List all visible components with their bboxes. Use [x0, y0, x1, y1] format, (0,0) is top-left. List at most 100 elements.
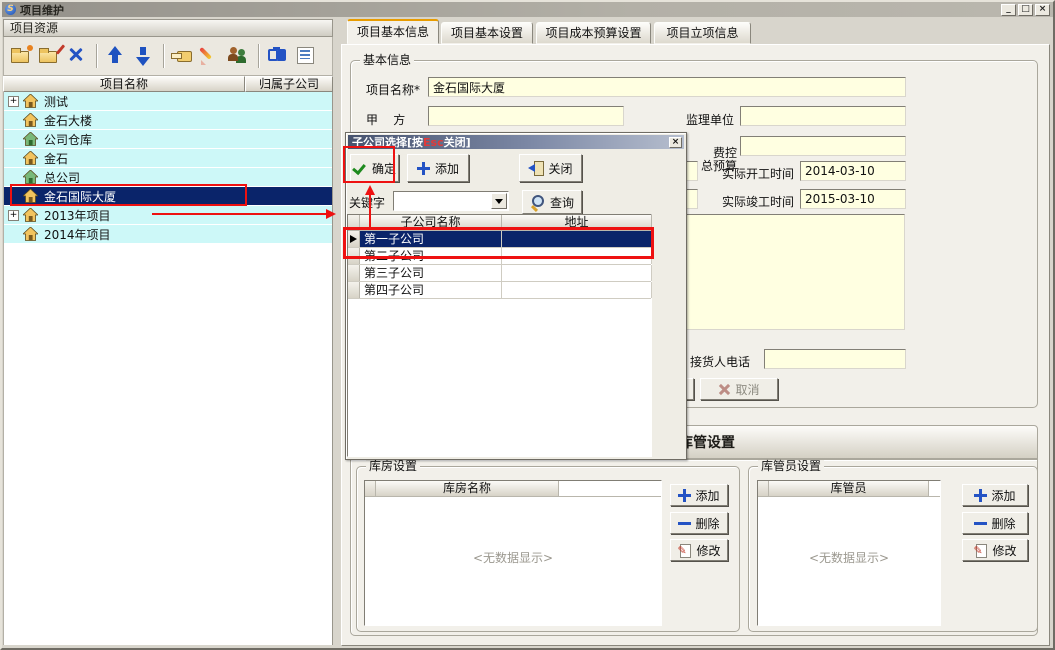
keeper-grid-empty-text: <无数据显示> — [758, 549, 940, 566]
warehouse-add-button[interactable]: 添加 — [670, 484, 728, 506]
find-icon[interactable] — [265, 43, 291, 69]
pick-icon[interactable] — [170, 43, 196, 69]
actual-end-input[interactable] — [800, 189, 906, 209]
users-icon[interactable] — [226, 43, 252, 69]
tab-project-initiation-info[interactable]: 项目立项信息 — [654, 22, 751, 44]
subsidiary-name-cell[interactable]: 第二子公司 — [360, 248, 502, 264]
keyword-combobox[interactable] — [393, 191, 509, 211]
move-down-icon[interactable] — [131, 43, 157, 69]
subsidiary-name-cell[interactable]: 第一子公司 — [360, 231, 502, 247]
delete-icon[interactable] — [64, 43, 90, 69]
tree-item[interactable]: +2013年项目 — [4, 206, 332, 225]
cancel-button[interactable]: 取消 — [700, 378, 778, 400]
supervisor-label: 监理单位 — [686, 111, 738, 128]
keeper-grid-column-header[interactable]: 库管员 — [769, 481, 929, 496]
dialog-title-bar: 子公司选择[按Esc关闭] × — [348, 135, 684, 149]
title-bar: S 项目维护 _ □ × — [2, 2, 1053, 17]
left-panel-caption: 项目资源 — [3, 19, 333, 37]
house-yellow-icon — [23, 113, 40, 127]
minimize-button[interactable]: _ — [1001, 4, 1016, 16]
keeper-modify-button[interactable]: 修改 — [962, 539, 1028, 561]
receiver-phone-input[interactable] — [764, 349, 906, 369]
actual-start-input[interactable] — [800, 161, 906, 181]
dialog-add-button[interactable]: 添加 — [407, 154, 469, 182]
keeper-add-button[interactable]: 添加 — [962, 484, 1028, 506]
subsidiary-grid: 子公司名称 地址 第一子公司第二子公司第三子公司第四子公司 — [347, 214, 652, 457]
house-yellow-icon — [23, 208, 40, 222]
warehouse-grid-column-header[interactable]: 库房名称 — [376, 481, 559, 496]
dropdown-arrow-icon[interactable] — [491, 193, 507, 209]
keeper-remove-button[interactable]: 删除 — [962, 512, 1028, 534]
exit-door-icon — [528, 161, 543, 175]
subsidiary-name-cell[interactable]: 第四子公司 — [360, 282, 502, 298]
tree-item[interactable]: 总公司 — [4, 168, 332, 187]
keeper-group-title: 库管员设置 — [758, 460, 824, 472]
move-up-icon[interactable] — [103, 43, 129, 69]
row-indicator-cell — [348, 231, 360, 247]
house-yellow-icon — [23, 94, 40, 108]
report-icon[interactable] — [293, 43, 319, 69]
tree-item[interactable]: +测试 — [4, 92, 332, 111]
plus-icon — [678, 489, 691, 502]
warehouse-modify-button[interactable]: 修改 — [670, 539, 728, 561]
edit-icon[interactable] — [198, 43, 224, 69]
maximize-button[interactable]: □ — [1018, 4, 1033, 16]
warehouse-grid: 库房名称 <无数据显示> — [364, 480, 662, 626]
supervisor-input[interactable] — [740, 106, 906, 126]
toolbar-separator — [163, 44, 164, 68]
dialog-search-button[interactable]: 查询 — [522, 190, 582, 214]
grid-column-name[interactable]: 子公司名称 — [360, 215, 502, 230]
subsidiary-row[interactable]: 第一子公司 — [348, 231, 651, 248]
party-a-label: 甲 方 — [366, 111, 426, 128]
house-green-icon — [23, 132, 40, 146]
row-indicator-cell — [348, 248, 360, 264]
column-header-subsidiary[interactable]: 归属子公司 — [245, 76, 333, 92]
dialog-ok-button[interactable]: 确定 — [350, 154, 399, 182]
new-folder-icon[interactable] — [8, 43, 34, 69]
current-row-arrow-icon — [350, 235, 357, 243]
dialog-close-icon[interactable]: × — [669, 137, 682, 148]
tree-item-label: 金石 — [44, 150, 68, 167]
keeper-grid-indicator-header — [758, 481, 769, 496]
minus-icon — [974, 517, 987, 530]
subsidiary-row[interactable]: 第二子公司 — [348, 248, 651, 265]
project-name-input[interactable] — [428, 77, 906, 97]
toolbar-separator — [96, 44, 97, 68]
project-name-label: 项目名称* — [366, 81, 426, 98]
plus-icon — [974, 489, 987, 502]
basic-info-group-title: 基本信息 — [360, 54, 414, 66]
subsidiary-address-cell[interactable] — [502, 248, 652, 264]
subsidiary-name-cell[interactable]: 第三子公司 — [360, 265, 502, 281]
tree-item[interactable]: 2014年项目 — [4, 225, 332, 244]
dialog-close-button[interactable]: 关闭 — [519, 154, 582, 182]
magnifier-icon — [530, 195, 545, 210]
edit-folder-icon[interactable] — [36, 43, 62, 69]
tree-item-label: 总公司 — [44, 169, 80, 186]
close-button[interactable]: × — [1035, 4, 1050, 16]
budget-input[interactable] — [740, 136, 906, 156]
tab-project-basic-settings[interactable]: 项目基本设置 — [441, 22, 533, 44]
subsidiary-address-cell[interactable] — [502, 231, 652, 247]
minus-icon — [678, 517, 691, 530]
tab-project-cost-budget-settings[interactable]: 项目成本预算设置 — [536, 22, 651, 44]
tree-item[interactable]: 金石大楼 — [4, 111, 332, 130]
tree-item[interactable]: 金石国际大厦 — [4, 187, 332, 206]
tab-project-basic-info[interactable]: 项目基本信息 — [347, 19, 439, 44]
warehouse-remove-button[interactable]: 删除 — [670, 512, 728, 534]
column-header-project-name[interactable]: 项目名称 — [3, 76, 245, 92]
warehouse-group-title: 库房设置 — [366, 460, 420, 472]
left-toolbar — [3, 37, 333, 76]
subsidiary-row[interactable]: 第三子公司 — [348, 265, 651, 282]
keyword-label: 关键字 — [349, 194, 385, 211]
expand-plus-icon[interactable]: + — [8, 210, 19, 221]
subsidiary-address-cell[interactable] — [502, 282, 652, 298]
party-a-input[interactable] — [428, 106, 624, 126]
expand-plus-icon[interactable]: + — [8, 96, 19, 107]
app-icon: S — [5, 4, 16, 15]
subsidiary-row[interactable]: 第四子公司 — [348, 282, 651, 299]
tree-item[interactable]: 金石 — [4, 149, 332, 168]
grid-column-address[interactable]: 地址 — [502, 215, 652, 230]
subsidiary-address-cell[interactable] — [502, 265, 652, 281]
project-tree: +测试金石大楼公司仓库金石总公司金石国际大厦+2013年项目2014年项目 — [3, 92, 333, 645]
tree-item[interactable]: 公司仓库 — [4, 130, 332, 149]
